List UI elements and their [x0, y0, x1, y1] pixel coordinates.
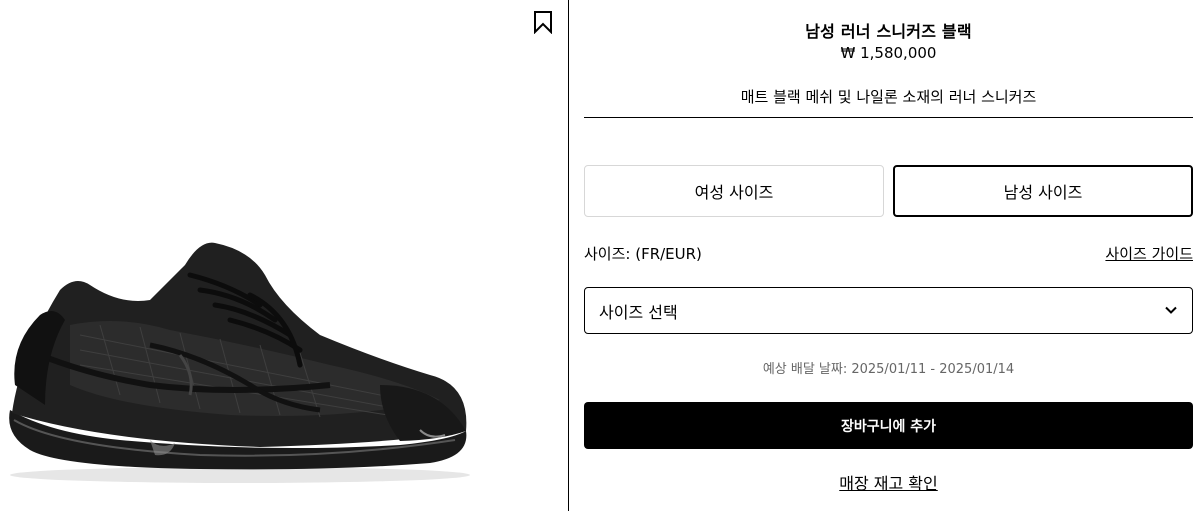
delivery-estimate: 예상 배달 날짜: 2025/01/11 - 2025/01/14: [762, 362, 1015, 377]
store-stock-link[interactable]: 매장 재고 확인: [584, 470, 1193, 494]
tab-men-size[interactable]: 남성 사이즈: [893, 165, 1193, 217]
product-title: 남성 러너 스니커즈 블랙: [805, 22, 972, 41]
chevron-down-icon: [1165, 306, 1177, 314]
product-price: ₩ 1,580,000: [840, 44, 937, 62]
size-label: 사이즈: (FR/EUR): [584, 245, 702, 263]
tab-women-size[interactable]: 여성 사이즈: [584, 165, 884, 217]
size-guide-link[interactable]: 사이즈 가이드: [1105, 243, 1193, 264]
size-select-value: 사이즈 선택: [599, 302, 678, 322]
product-details-panel: 남성 러너 스니커즈 블랙 ₩ 1,580,000 매트 블랙 메쉬 및 나일론…: [584, 0, 1193, 511]
bookmark-icon[interactable]: [532, 10, 554, 34]
product-image-panel: [0, 0, 569, 511]
size-select[interactable]: 사이즈 선택: [584, 287, 1193, 334]
product-image-sneaker: [9, 242, 470, 483]
product-description: 매트 블랙 메쉬 및 나일론 소재의 러너 스니커즈: [740, 88, 1037, 106]
add-to-cart-button[interactable]: 장바구니에 추가: [584, 402, 1193, 449]
divider: [584, 117, 1193, 118]
